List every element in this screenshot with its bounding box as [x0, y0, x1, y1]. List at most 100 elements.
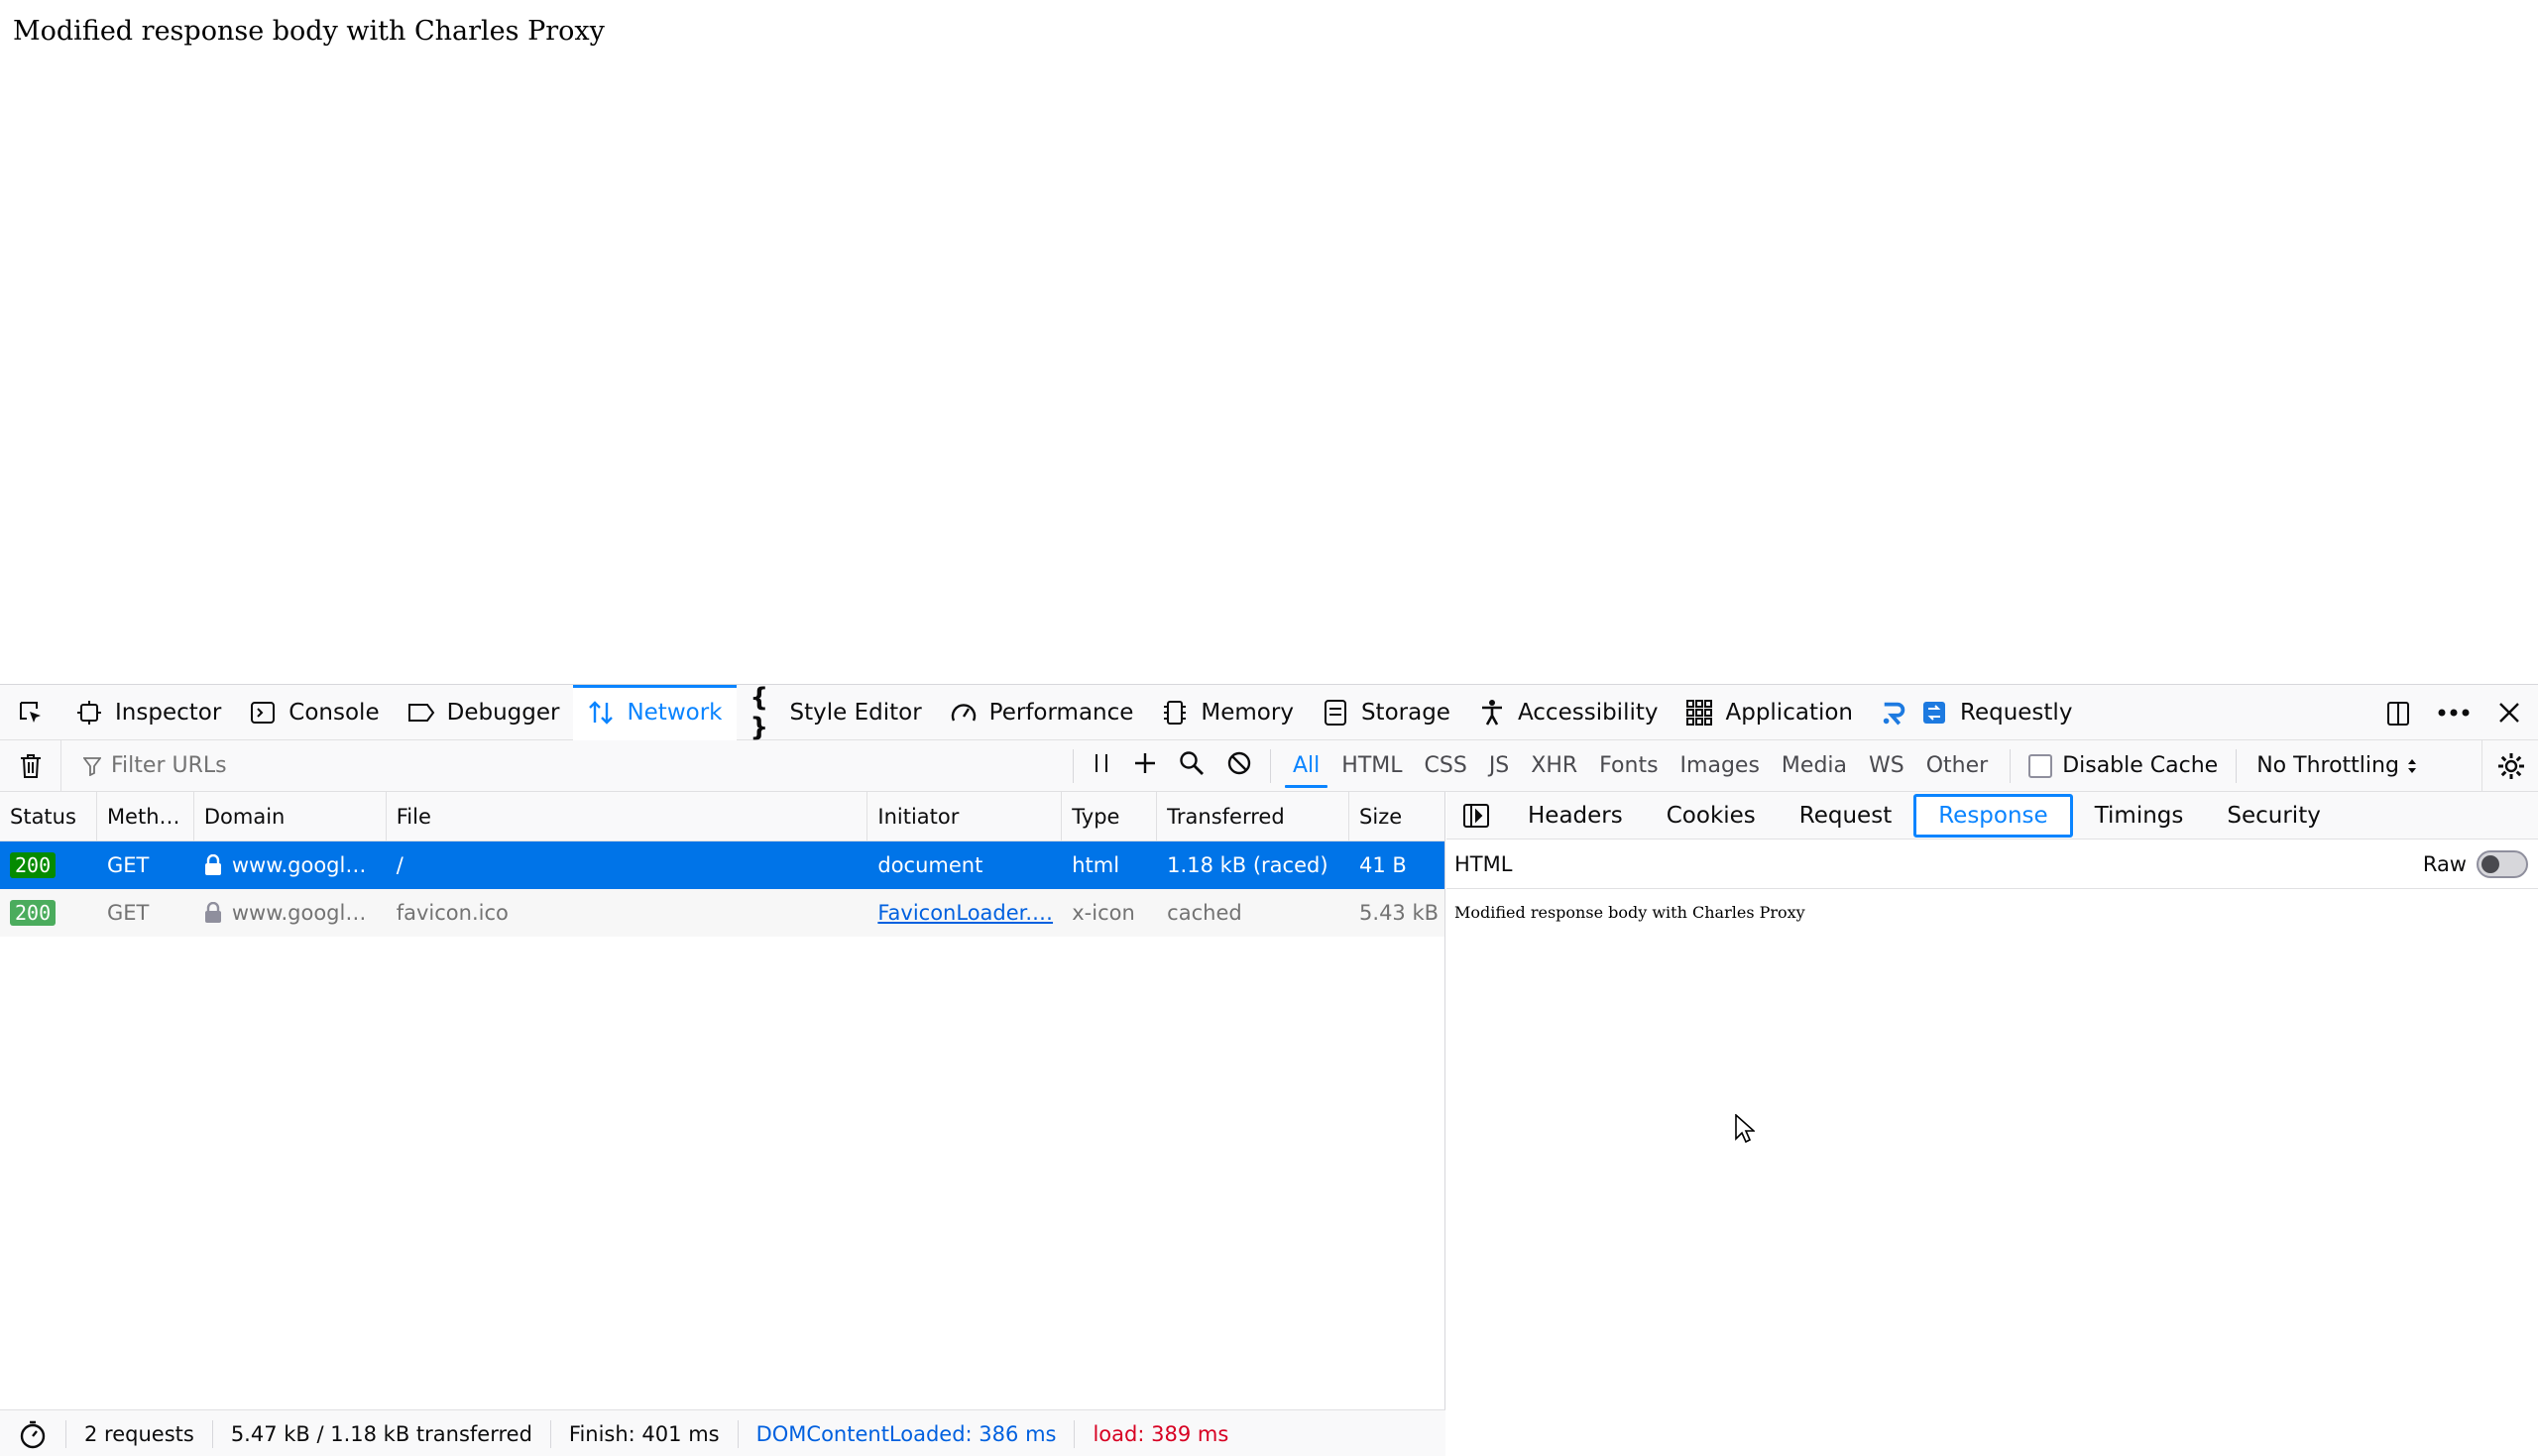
block-requests-button[interactable] — [1226, 750, 1252, 782]
disable-cache-label: Disable Cache — [2062, 753, 2219, 778]
network-settings-button[interactable] — [2481, 739, 2538, 792]
tab-inspector[interactable]: Inspector — [61, 685, 235, 740]
filter-js[interactable]: JS — [1479, 747, 1519, 784]
tab-application[interactable]: Application — [1672, 685, 1867, 740]
filter-icon — [83, 756, 101, 776]
tab-performance[interactable]: Performance — [936, 685, 1148, 740]
column-header-method[interactable]: Meth… — [97, 792, 194, 840]
table-row[interactable]: 200 GET www.googl… favicon.ico FaviconLo… — [0, 889, 1444, 937]
initiator-link[interactable]: FaviconLoader.… — [877, 901, 1053, 925]
requestly-logo-icon — [1881, 699, 1908, 727]
transferred-cell: cached — [1167, 901, 1242, 925]
lock-icon — [204, 854, 221, 875]
filter-media[interactable]: Media — [1772, 747, 1857, 784]
disable-cache-checkbox[interactable] — [2028, 753, 2053, 778]
finish-time: Finish: 401 ms — [551, 1419, 739, 1448]
tab-cookies[interactable]: Cookies — [1645, 794, 1778, 838]
filter-ws[interactable]: WS — [1859, 747, 1914, 784]
tab-label: Style Editor — [789, 699, 922, 726]
column-header-status[interactable]: Status — [0, 792, 97, 840]
search-button[interactable] — [1179, 750, 1205, 782]
tab-label: Debugger — [446, 699, 560, 726]
pause-recording-button[interactable] — [1092, 752, 1111, 780]
stopwatch-icon — [20, 1420, 46, 1448]
file-cell: favicon.ico — [396, 901, 509, 925]
page-content: Modified response body with Charles Prox… — [0, 0, 2538, 684]
raw-toggle[interactable] — [2477, 849, 2528, 878]
throttling-select[interactable]: No Throttling — [2237, 753, 2437, 778]
response-body-preview: Modified response body with Charles Prox… — [1454, 903, 1805, 922]
tab-console[interactable]: Console — [235, 685, 393, 740]
tab-style-editor[interactable]: { } Style Editor — [737, 683, 936, 742]
filter-other[interactable]: Other — [1916, 747, 1998, 784]
column-header-transferred[interactable]: Transferred — [1157, 792, 1350, 840]
tab-request[interactable]: Request — [1778, 794, 1913, 838]
disable-cache-toggle[interactable]: Disable Cache — [2011, 753, 2236, 778]
filter-urls-input[interactable] — [111, 753, 1003, 778]
table-row[interactable]: 200 GET www.googl… / document html 1.18 … — [0, 841, 1444, 889]
more-options-button[interactable] — [2437, 696, 2471, 729]
tab-headers[interactable]: Headers — [1506, 794, 1645, 838]
clear-requests-button[interactable] — [0, 739, 61, 792]
column-header-initiator[interactable]: Initiator — [867, 792, 1063, 840]
method-cell: GET — [106, 901, 150, 925]
filter-all[interactable]: All — [1283, 747, 1329, 788]
request-type-filters: All HTML CSS JS XHR Fonts Images Media W… — [1271, 747, 2010, 788]
column-header-file[interactable]: File — [387, 792, 868, 840]
method-cell: GET — [106, 853, 150, 877]
tab-timings[interactable]: Timings — [2073, 794, 2206, 838]
filter-fonts[interactable]: Fonts — [1589, 747, 1668, 784]
response-header: HTML Raw — [1446, 840, 2538, 889]
block-icon — [1227, 751, 1251, 774]
column-header-size[interactable]: Size — [1349, 792, 1444, 840]
tab-network[interactable]: Network — [573, 684, 737, 740]
domain-text: www.googl… — [231, 901, 367, 925]
sidebar-toggle-icon — [1463, 803, 1489, 828]
tab-security[interactable]: Security — [2205, 794, 2342, 838]
filter-css[interactable]: CSS — [1415, 747, 1477, 784]
initiator-cell: document — [877, 853, 983, 877]
column-header-type[interactable]: Type — [1062, 792, 1158, 840]
add-request-button[interactable] — [1133, 751, 1157, 781]
type-cell: html — [1072, 853, 1120, 877]
tab-label: Accessibility — [1517, 699, 1659, 726]
more-icon — [2438, 709, 2470, 716]
tab-debugger[interactable]: Debugger — [394, 685, 574, 740]
dock-side-button[interactable] — [2381, 696, 2415, 729]
size-cell: 41 B — [1359, 853, 1407, 877]
trash-icon — [20, 753, 41, 778]
filter-images[interactable]: Images — [1671, 747, 1770, 784]
domain-text: www.googl… — [231, 853, 367, 877]
status-badge: 200 — [10, 852, 57, 878]
tab-label: Inspector — [115, 699, 222, 726]
tab-memory[interactable]: Memory — [1147, 685, 1308, 740]
close-devtools-button[interactable] — [2492, 696, 2526, 729]
gear-icon — [2498, 752, 2524, 779]
table-header: Status Meth… Domain File Initiator Type … — [0, 792, 1444, 841]
domain-cell: www.googl… — [194, 841, 387, 889]
toggle-sidebar-button[interactable] — [1446, 803, 1506, 829]
toolbox-tabbar: Inspector Console Debugger Network { } S… — [0, 683, 2538, 742]
inspector-icon — [75, 699, 103, 727]
close-icon — [2499, 702, 2519, 723]
tab-requestly[interactable]: Requestly — [1867, 685, 2086, 740]
filter-xhr[interactable]: XHR — [1521, 747, 1587, 784]
filter-html[interactable]: HTML — [1331, 747, 1412, 784]
tab-response[interactable]: Response — [1913, 793, 2073, 838]
details-tabbar: Headers Cookies Request Response Timings… — [1446, 792, 2538, 840]
request-count: 2 requests — [66, 1419, 213, 1448]
element-picker-button[interactable] — [0, 685, 61, 740]
response-format-label: HTML — [1454, 851, 1513, 876]
network-icon — [587, 699, 615, 727]
raw-toggle-control[interactable]: Raw — [2423, 849, 2528, 878]
tab-storage[interactable]: Storage — [1308, 685, 1464, 740]
performance-analysis-button[interactable] — [0, 1419, 66, 1448]
performance-icon — [950, 699, 978, 727]
column-header-domain[interactable]: Domain — [194, 792, 387, 840]
status-badge: 200 — [10, 900, 57, 926]
requests-table: Status Meth… Domain File Initiator Type … — [0, 792, 1445, 1456]
memory-icon — [1161, 699, 1189, 727]
tab-accessibility[interactable]: Accessibility — [1464, 685, 1673, 740]
tab-label: Application — [1725, 699, 1853, 726]
storage-icon — [1322, 699, 1349, 727]
